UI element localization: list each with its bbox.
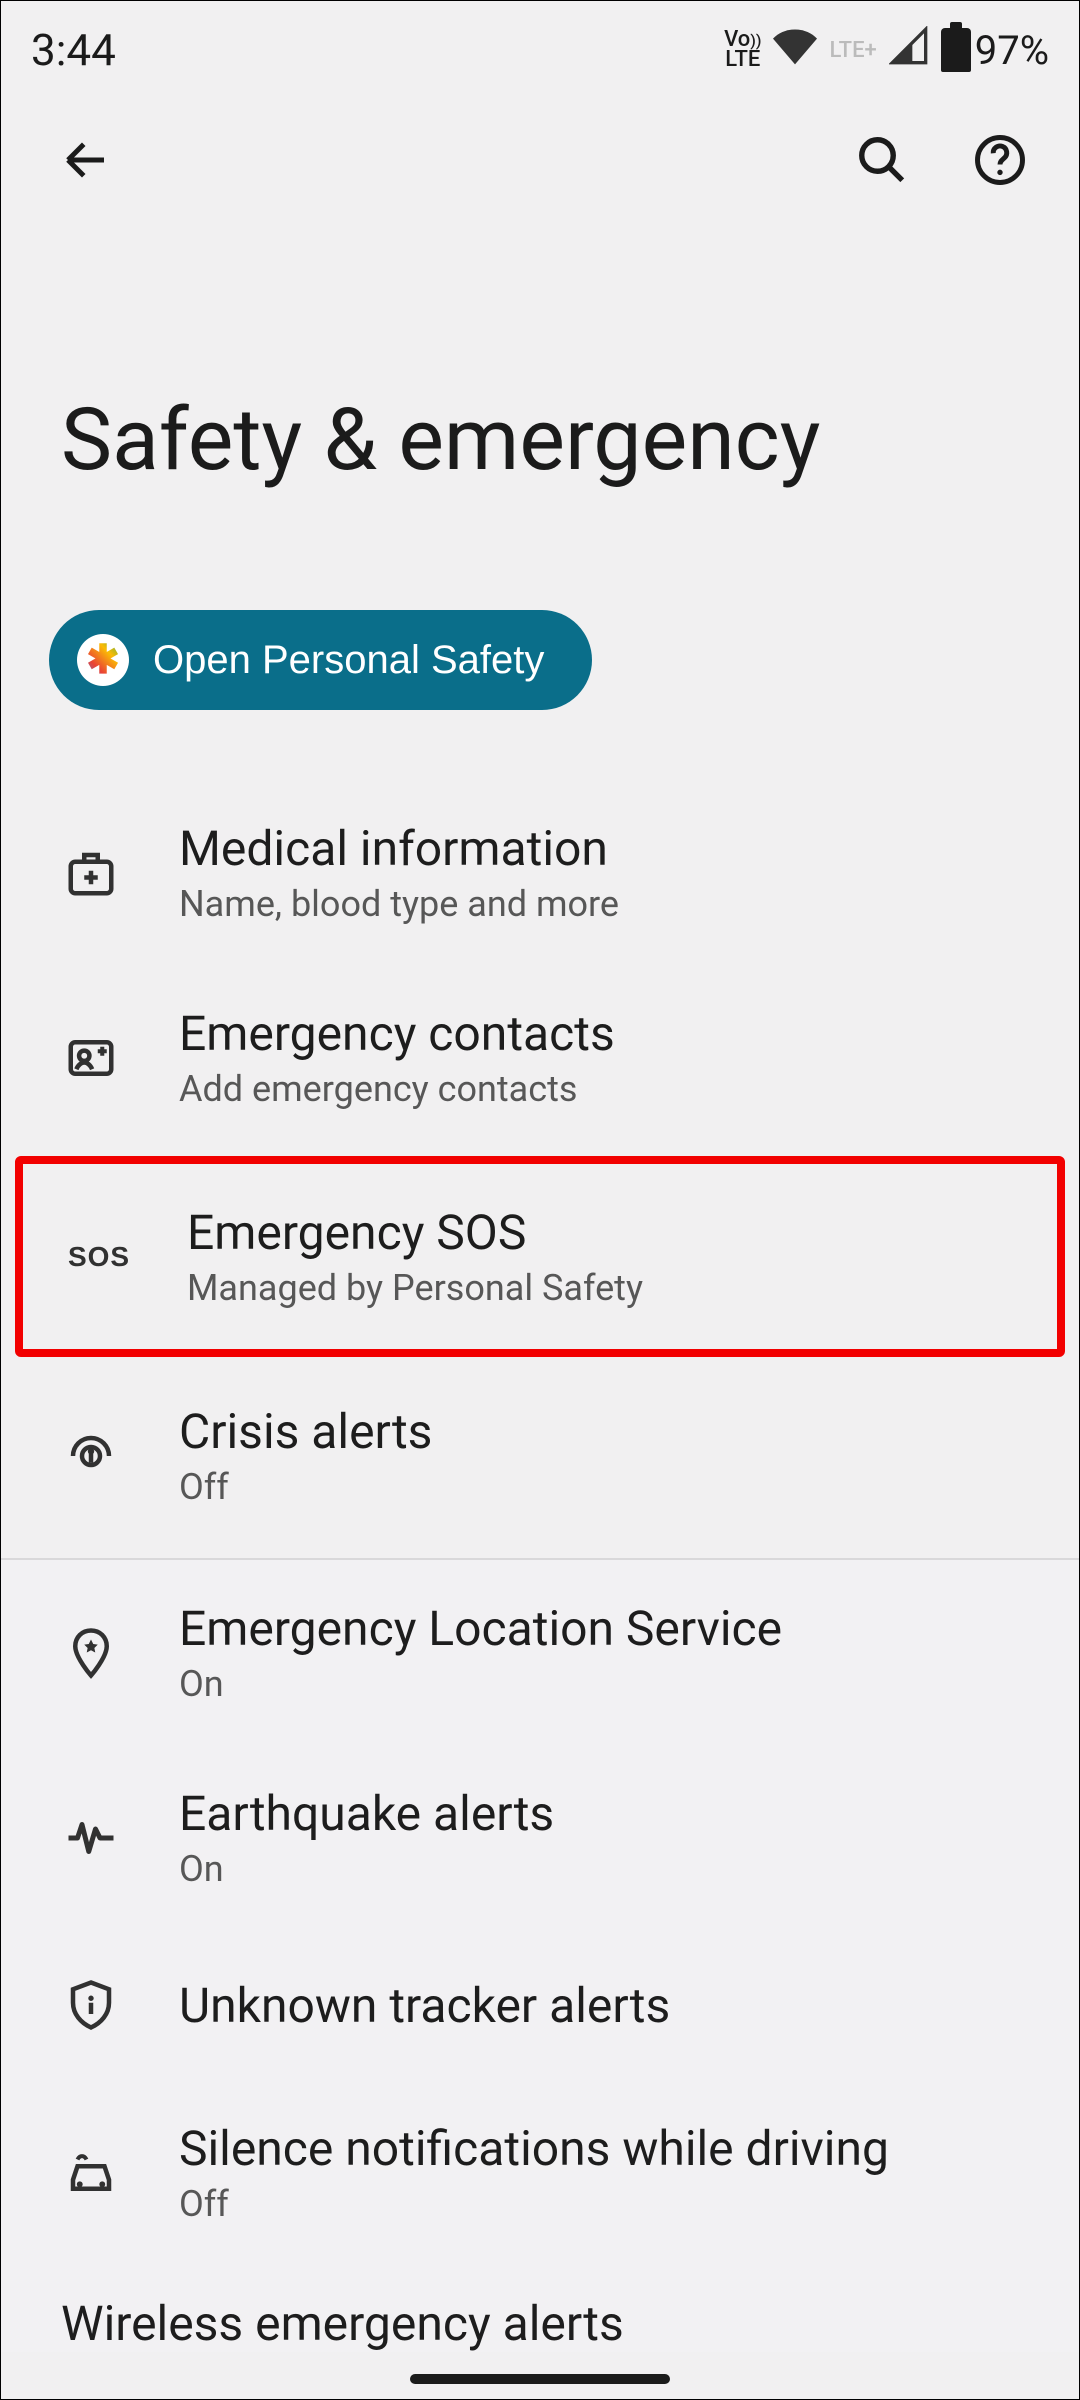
battery-status: 97%: [941, 27, 1049, 74]
signal-icon: [889, 26, 929, 75]
item-unknown-tracker-alerts[interactable]: Unknown tracker alerts: [1, 1930, 1079, 2080]
item-subtitle: Managed by Personal Safety: [187, 1267, 643, 1309]
search-icon: [855, 133, 909, 187]
item-title: Medical information: [179, 820, 619, 877]
status-bar: 3:44 Vo)) LTE LTE+ 97%: [1, 1, 1079, 91]
item-subtitle: Off: [179, 2183, 889, 2225]
crisis-alerts-icon: [61, 1429, 121, 1483]
item-crisis-alerts[interactable]: Crisis alerts Off: [1, 1363, 1079, 1548]
search-button[interactable]: [843, 121, 921, 199]
item-title: Earthquake alerts: [179, 1785, 554, 1842]
page-title: Safety & emergency: [1, 209, 1079, 610]
item-title: Emergency contacts: [179, 1005, 615, 1062]
item-subtitle: Off: [179, 1466, 432, 1508]
item-subtitle: Add emergency contacts: [179, 1068, 615, 1110]
volte-icon: Vo)) LTE: [724, 30, 761, 70]
item-medical-information[interactable]: Medical information Name, blood type and…: [1, 780, 1079, 965]
open-personal-safety-button[interactable]: ✱ Open Personal Safety: [49, 610, 592, 710]
sos-icon: SOS: [69, 1241, 129, 1273]
item-emergency-location-service[interactable]: Emergency Location Service On: [1, 1560, 1079, 1745]
item-title: Emergency Location Service: [179, 1600, 782, 1657]
wifi-icon: [773, 24, 817, 77]
item-emergency-sos[interactable]: SOS Emergency SOS Managed by Personal Sa…: [23, 1164, 1057, 1349]
item-earthquake-alerts[interactable]: Earthquake alerts On: [1, 1745, 1079, 1930]
help-button[interactable]: [961, 121, 1039, 199]
gesture-nav-handle[interactable]: [410, 2374, 670, 2384]
highlight-annotation: SOS Emergency SOS Managed by Personal Sa…: [15, 1156, 1065, 1357]
earthquake-icon: [61, 1811, 121, 1865]
item-title: Wireless emergency alerts: [61, 2295, 624, 2352]
contacts-icon: [61, 1031, 121, 1085]
toolbar: [1, 91, 1079, 209]
status-time: 3:44: [31, 24, 116, 76]
battery-text: 97%: [975, 27, 1049, 74]
tracker-shield-icon: [61, 1978, 121, 2032]
item-subtitle: Name, blood type and more: [179, 883, 619, 925]
location-icon: [61, 1626, 121, 1680]
item-wireless-emergency-alerts[interactable]: Wireless emergency alerts: [1, 2265, 1079, 2352]
car-icon: [61, 2146, 121, 2200]
arrow-back-icon: [59, 133, 113, 187]
battery-icon: [941, 28, 971, 72]
back-button[interactable]: [47, 121, 125, 199]
item-title: Crisis alerts: [179, 1403, 432, 1460]
open-button-label: Open Personal Safety: [153, 638, 544, 683]
help-icon: [973, 133, 1027, 187]
item-title: Unknown tracker alerts: [179, 1977, 670, 2034]
personal-safety-app-icon: ✱: [77, 634, 129, 686]
item-subtitle: On: [179, 1663, 782, 1705]
volte-bottom: LTE: [724, 50, 761, 70]
medical-info-icon: [61, 846, 121, 900]
item-emergency-contacts[interactable]: Emergency contacts Add emergency contact…: [1, 965, 1079, 1150]
item-title: Emergency SOS: [187, 1204, 643, 1261]
item-subtitle: On: [179, 1848, 554, 1890]
lte-plus-icon: LTE+: [829, 38, 876, 63]
item-title: Silence notifications while driving: [179, 2120, 889, 2177]
item-silence-notifications-driving[interactable]: Silence notifications while driving Off: [1, 2080, 1079, 2265]
status-right-icons: Vo)) LTE LTE+ 97%: [724, 24, 1049, 77]
